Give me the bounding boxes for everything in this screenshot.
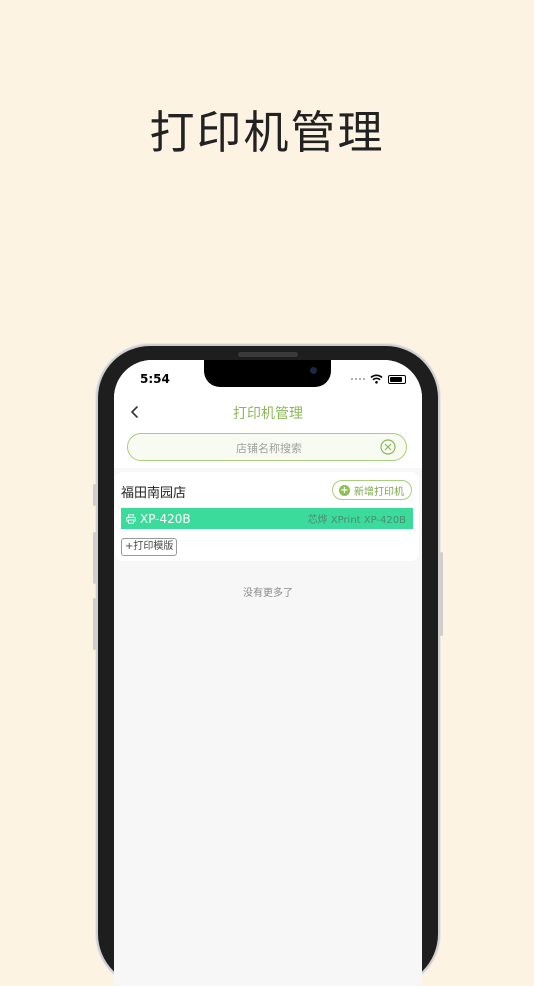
- no-more-text: 没有更多了: [243, 588, 293, 599]
- printer-icon: [126, 513, 136, 524]
- printer-model: XP-420B: [140, 511, 191, 526]
- nav-title: 打印机管理: [233, 406, 303, 422]
- notch: [204, 360, 331, 387]
- add-printer-button[interactable]: + 新增打印机: [332, 480, 412, 500]
- promo-title: 打印机管理: [149, 106, 385, 159]
- status-icons: [351, 374, 406, 384]
- front-camera: [310, 367, 317, 374]
- phone-volume-down: [93, 598, 96, 650]
- phone-power-button: [440, 552, 443, 636]
- phone-screen: 5:54 打印机管理 店铺名称搜索 福田南园店 + 新增打印机 XP-420B …: [114, 360, 422, 986]
- battery-icon: [388, 374, 406, 384]
- store-name: 福田南园店: [121, 486, 187, 501]
- earpiece-speaker: [238, 352, 298, 357]
- store-card: 福田南园店 + 新增打印机 XP-420B 芯烨 XPrint XP-420B …: [115, 472, 419, 561]
- printer-row[interactable]: XP-420B 芯烨 XPrint XP-420B: [121, 508, 413, 529]
- wifi-icon: [370, 374, 383, 384]
- search-bar: [114, 428, 422, 468]
- search-box: [127, 433, 410, 462]
- plus-circle-icon: +: [339, 484, 350, 496]
- phone-mute-switch: [93, 484, 96, 506]
- nav-bar: 打印机管理: [114, 400, 422, 428]
- phone-volume-up: [93, 532, 96, 584]
- print-template-button[interactable]: +打印模版: [121, 538, 178, 556]
- printer-brand: 芯烨 XPrint XP-420B: [307, 515, 406, 526]
- signal-icon: [351, 378, 365, 380]
- store-search-input[interactable]: [128, 434, 410, 462]
- status-time: 5:54: [140, 372, 170, 386]
- clear-search-icon[interactable]: [380, 439, 396, 455]
- add-printer-label: 新增打印机: [354, 486, 404, 498]
- phone-frame: 5:54 打印机管理 店铺名称搜索 福田南园店 + 新增打印机 XP-420B …: [93, 346, 443, 986]
